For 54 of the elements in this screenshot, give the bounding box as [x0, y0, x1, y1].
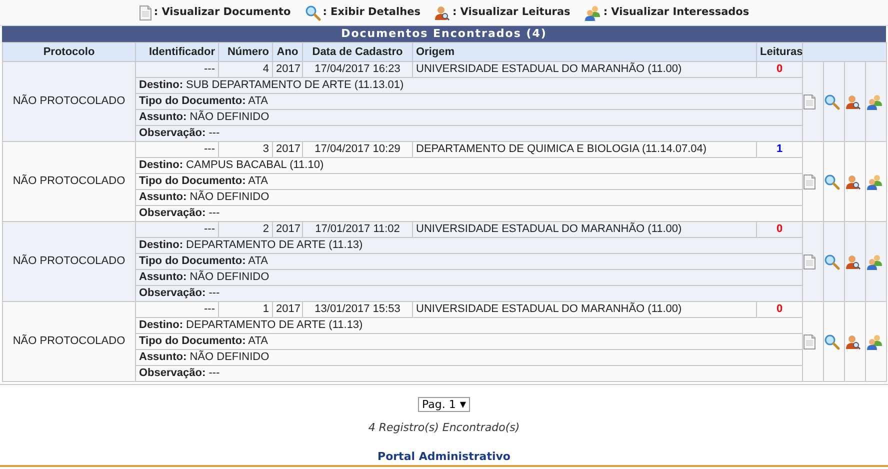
document-icon[interactable] — [803, 174, 816, 190]
detail-text: Tipo do Documento: ATA — [139, 335, 268, 348]
legend-label: : Visualizar Interessados — [603, 4, 750, 20]
people-icon[interactable] — [866, 174, 883, 190]
read-count: 1 — [776, 143, 783, 156]
column-header: Protocolo — [2, 42, 136, 62]
legend-label: : Visualizar Documento — [154, 4, 291, 20]
portal-link[interactable]: Portal Administrativo — [378, 448, 510, 466]
column-header: Identificador — [136, 42, 218, 62]
column-header: Origem — [412, 42, 756, 62]
detail-text: Assunto: NÃO DEFINIDO — [139, 351, 270, 364]
search-icon[interactable] — [304, 4, 321, 21]
search-icon[interactable] — [824, 94, 840, 110]
people-icon[interactable] — [866, 94, 883, 110]
record-count: 4 Registro(s) Encontrado(s) — [368, 420, 520, 436]
detail-text: Tipo do Documento: ATA — [139, 95, 268, 108]
column-header: Data de Cadastro — [302, 42, 412, 62]
document-icon[interactable] — [803, 334, 816, 350]
document-icon[interactable] — [803, 94, 816, 110]
person-magnifier-icon[interactable] — [845, 94, 861, 110]
table-title: Documentos Encontrados (4) — [2, 26, 886, 42]
person-magnifier-icon[interactable] — [845, 334, 861, 350]
detail-text: Assunto: NÃO DEFINIDO — [139, 191, 270, 204]
person-magnifier-icon[interactable] — [845, 254, 861, 270]
table-cell: NÃO PROTOCOLADO — [2, 302, 136, 382]
people-icon[interactable] — [866, 334, 883, 350]
detail-text: Assunto: NÃO DEFINIDO — [139, 271, 270, 284]
search-icon[interactable] — [824, 254, 840, 270]
legend-label: : Visualizar Leituras — [452, 4, 570, 20]
read-count: 0 — [776, 223, 783, 236]
detail-text: Tipo do Documento: ATA — [139, 175, 268, 188]
person-magnifier-icon[interactable] — [434, 4, 450, 21]
detail-text: Observação: --- — [139, 367, 220, 380]
detail-text: Tipo do Documento: ATA — [139, 255, 268, 268]
detail-text: Destino: SUB DEPARTAMENTO DE ARTE (11.13.01) — [139, 79, 404, 92]
document-icon[interactable] — [138, 4, 152, 21]
page-select[interactable]: Pag. 1 ▼ — [418, 397, 470, 412]
detail-text: Assunto: NÃO DEFINIDO — [139, 111, 270, 124]
people-icon[interactable] — [866, 254, 883, 270]
legend-label: : Exibir Detalhes — [322, 4, 420, 20]
caret-icon: ▼ — [460, 398, 466, 412]
person-magnifier-icon[interactable] — [845, 174, 861, 190]
people-icon[interactable] — [584, 4, 602, 21]
detail-text: Destino: CAMPUS BACABAL (11.10) — [139, 159, 324, 172]
detail-text: Observação: --- — [139, 287, 220, 300]
search-icon[interactable] — [824, 174, 840, 190]
read-count: 0 — [776, 303, 783, 316]
detail-text: Destino: DEPARTAMENTO DE ARTE (11.13) — [139, 319, 363, 332]
detail-text: Destino: DEPARTAMENTO DE ARTE (11.13) — [139, 239, 363, 252]
read-count: 0 — [776, 63, 783, 76]
document-icon[interactable] — [803, 254, 816, 270]
detail-text: Observação: --- — [139, 127, 220, 140]
search-icon[interactable] — [824, 334, 840, 350]
detail-text: Observação: --- — [139, 207, 220, 220]
